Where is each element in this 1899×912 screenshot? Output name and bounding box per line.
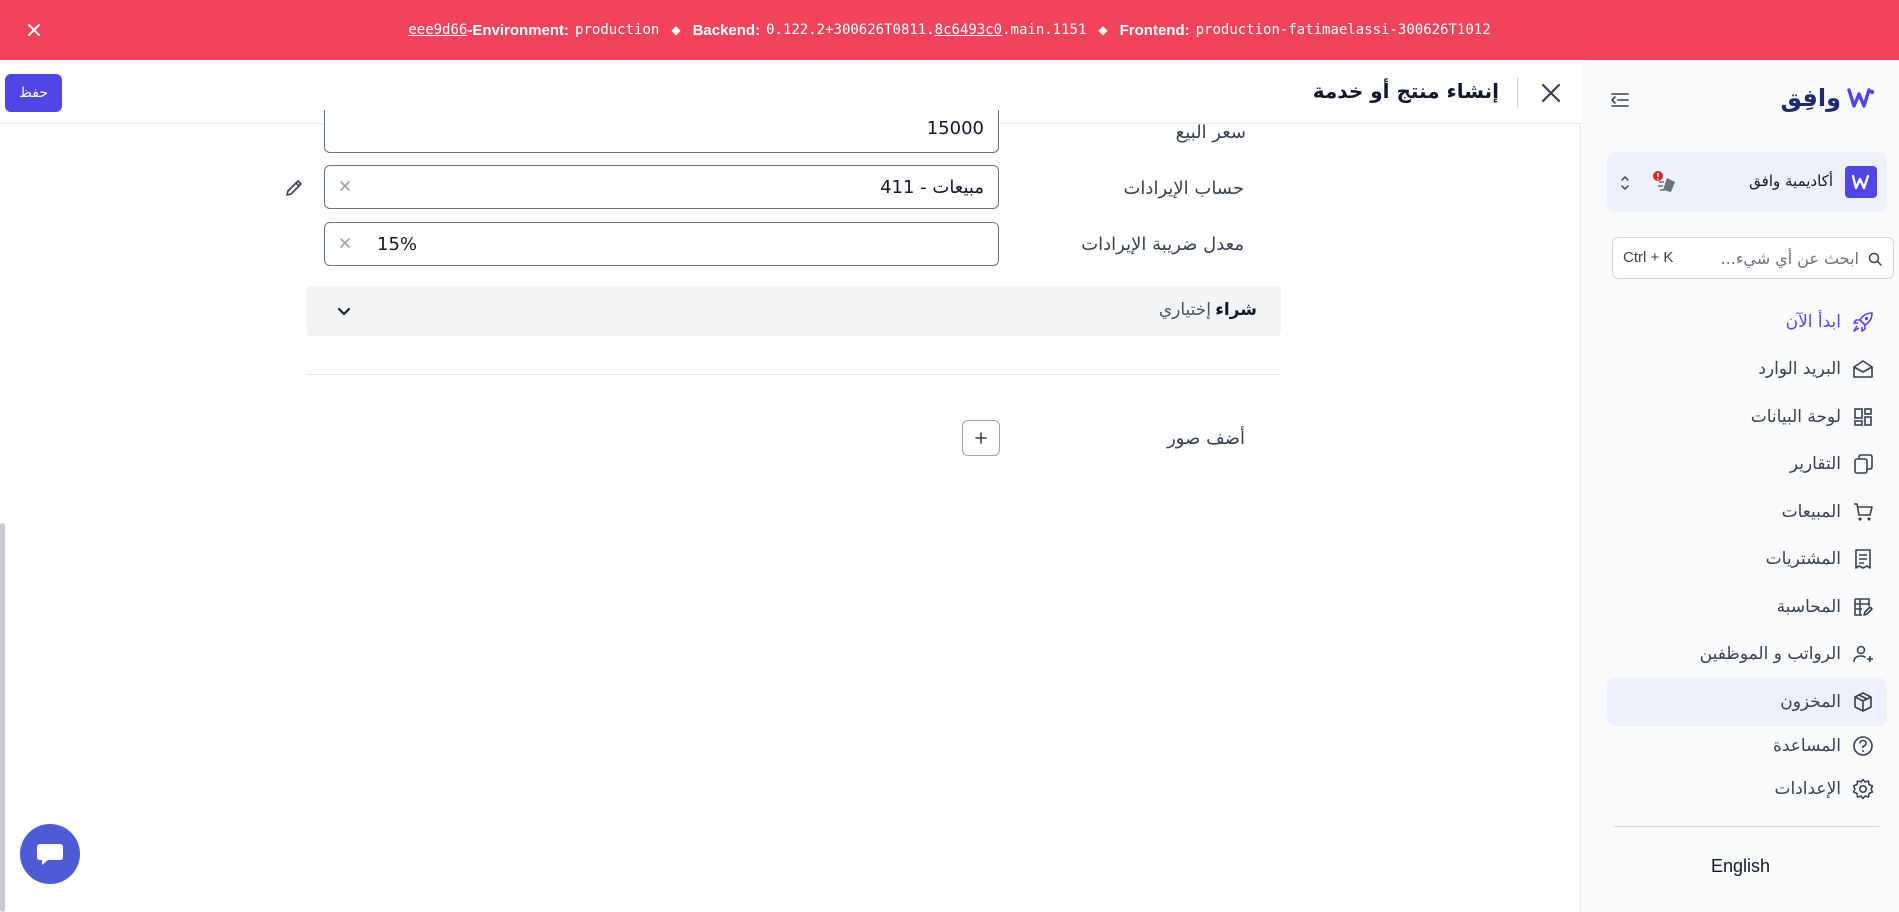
separator-icon: ◆	[1098, 23, 1108, 37]
add-image-button[interactable]	[962, 420, 1000, 456]
add-images-label: أضف صور	[1167, 428, 1245, 449]
sidebar-item-inbox[interactable]: البريد الوارد	[1607, 346, 1887, 394]
employees-icon	[1851, 642, 1875, 666]
revenue-account-select[interactable]: 411 - مبيعات	[324, 165, 999, 209]
sidebar-item-label: التقارير	[1789, 454, 1841, 475]
sidebar-item-get-started[interactable]: ابدأ الآن	[1607, 298, 1887, 346]
revenue-account-value: 411 - مبيعات	[880, 177, 984, 198]
backend-version: 0.122.2+300626T0811.	[766, 22, 935, 38]
sidebar-item-settings[interactable]: الإعدادات	[1607, 766, 1887, 814]
sidebar-item-label: لوحة البيانات	[1750, 406, 1841, 427]
language-toggle[interactable]: English	[1582, 856, 1899, 877]
brand-logo[interactable]: وافِق	[1781, 84, 1876, 112]
box-icon	[1851, 690, 1875, 714]
help-icon	[1851, 734, 1875, 758]
rocket-icon	[1851, 310, 1875, 334]
notification-bell-icon[interactable]	[1647, 168, 1681, 198]
header-divider	[1517, 78, 1518, 108]
sidebar-item-label: الرواتب و الموظفين	[1699, 644, 1841, 665]
sidebar-item-accounting[interactable]: المحاسبة	[1607, 583, 1887, 631]
frontend-label: Frontend:	[1119, 21, 1190, 39]
search-shortcut: Ctrl + K	[1623, 249, 1674, 266]
section-divider	[306, 374, 1281, 375]
revenue-tax-label: معدل ضريبة الإيرادات	[1081, 234, 1244, 255]
clear-icon[interactable]	[335, 233, 355, 253]
sidebar-item-inventory[interactable]: المخزون	[1607, 678, 1887, 726]
revenue-tax-select[interactable]: 15%	[324, 222, 999, 266]
pencil-icon[interactable]	[282, 176, 306, 200]
inbox-icon	[1851, 357, 1875, 381]
sidebar-item-label: المشتريات	[1765, 549, 1841, 570]
sidebar-item-label: الإعدادات	[1774, 779, 1841, 800]
sale-price-label: سعر البيع	[1175, 122, 1246, 143]
page-title: إنشاء منتج أو خدمة	[1312, 79, 1499, 103]
reports-icon	[1851, 452, 1875, 476]
receipt-icon	[1851, 547, 1875, 571]
organization-switcher[interactable]: أكاديمية وافق	[1607, 152, 1887, 212]
sidebar-item-label: المخزون	[1780, 691, 1841, 712]
sidebar-item-payroll[interactable]: الرواتب و الموظفين	[1607, 631, 1887, 679]
revenue-account-label: حساب الإيرادات	[1123, 178, 1244, 199]
purchase-section-title: شراء	[1215, 300, 1257, 320]
purchase-section-toggle[interactable]: شراء إختياري	[306, 286, 1281, 336]
sale-price-input[interactable]: 15000	[324, 110, 999, 153]
environment-banner: eee9d66 -Environment: production ◆ Backe…	[0, 0, 1899, 60]
sidebar-nav: ابدأ الآن البريد الوارد لوحة البيانات ال…	[1607, 298, 1887, 813]
separator-icon: ◆	[671, 23, 681, 37]
sidebar-item-sales[interactable]: المبيعات	[1607, 488, 1887, 536]
search-input[interactable]: ابحث عن أي شيء... Ctrl + K	[1612, 237, 1894, 279]
chat-icon	[37, 844, 63, 865]
brand-mark-icon	[1847, 88, 1875, 108]
brand-name: وافِق	[1780, 84, 1842, 112]
banner-close-icon[interactable]	[22, 18, 46, 42]
env-value: production	[575, 22, 660, 38]
purchase-section-subtitle: إختياري	[1158, 300, 1211, 320]
close-icon[interactable]	[1537, 79, 1565, 107]
gear-icon	[1851, 777, 1875, 801]
collapse-sidebar-icon[interactable]	[1608, 88, 1632, 112]
dashboard-icon	[1851, 405, 1875, 429]
sidebar-item-label: المساعدة	[1772, 735, 1841, 756]
plus-icon	[975, 432, 987, 444]
clear-icon[interactable]	[335, 176, 355, 196]
sale-price-value: 15000	[926, 118, 984, 139]
product-form-panel: حفظ إنشاء منتج أو خدمة سعر البيع 15000 ح…	[0, 60, 1581, 912]
swap-vertical-icon	[1619, 173, 1631, 193]
sidebar-item-label: ابدأ الآن	[1785, 311, 1841, 332]
frontend-value: production-fatimaelassi-300626T1012	[1195, 22, 1491, 38]
commit-hash[interactable]: eee9d66	[408, 22, 467, 38]
search-placeholder: ابحث عن أي شيء...	[1720, 249, 1859, 268]
sidebar-item-label: البريد الوارد	[1758, 359, 1841, 380]
search-icon	[1867, 251, 1883, 267]
sidebar-item-purchases[interactable]: المشتريات	[1607, 536, 1887, 584]
org-name: أكاديمية وافق	[1749, 172, 1833, 190]
revenue-tax-value: 15%	[377, 234, 418, 255]
left-scrollbar[interactable]	[0, 523, 5, 912]
sidebar-divider	[1614, 826, 1880, 827]
sidebar: وافِق أكاديمية وافق ابحث عن أي شيء... Ct…	[1582, 60, 1899, 912]
save-button[interactable]: حفظ	[5, 74, 62, 112]
sidebar-item-dashboard[interactable]: لوحة البيانات	[1607, 393, 1887, 441]
sidebar-item-label: المحاسبة	[1776, 596, 1841, 617]
org-logo-icon	[1845, 166, 1877, 198]
chat-support-button[interactable]	[20, 824, 80, 884]
backend-label: Backend:	[692, 21, 761, 39]
chevron-down-icon	[334, 301, 354, 321]
sidebar-item-label: المبيعات	[1781, 501, 1841, 522]
cart-icon	[1851, 500, 1875, 524]
accounting-icon	[1851, 595, 1875, 619]
backend-build: .main.1151	[1002, 22, 1087, 38]
sidebar-item-reports[interactable]: التقارير	[1607, 441, 1887, 489]
backend-hash[interactable]: 8c6493c0	[935, 22, 1002, 38]
env-label: -Environment:	[467, 21, 570, 39]
sidebar-item-help[interactable]: المساعدة	[1607, 726, 1887, 766]
